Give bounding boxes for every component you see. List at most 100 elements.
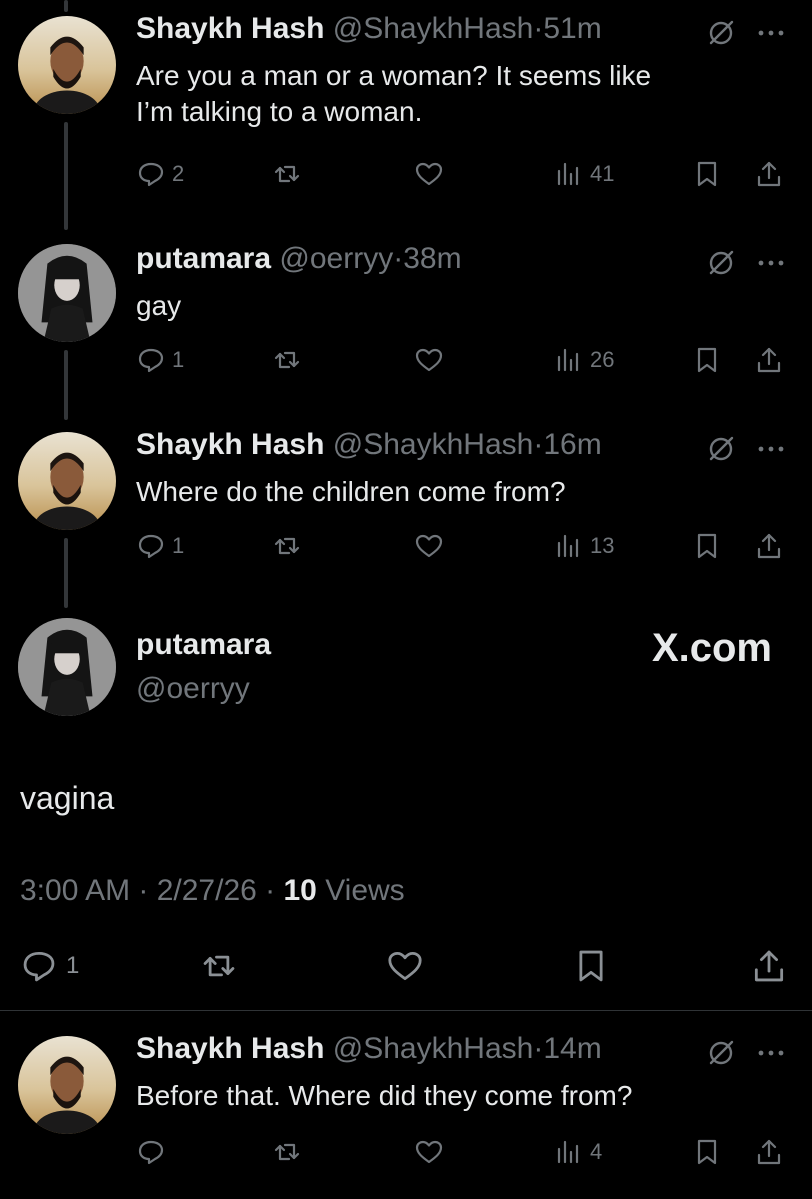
share-button[interactable] — [754, 156, 784, 192]
tweet-text: Where do the children come from? — [136, 474, 756, 510]
avatar[interactable] — [18, 618, 116, 716]
reply-button[interactable]: 1 — [136, 528, 184, 564]
tweet-timestamp[interactable]: 3:00 AM · 2/27/26 · — [20, 874, 283, 907]
tweet-time[interactable]: 38m — [403, 242, 461, 275]
bookmark-button[interactable] — [692, 156, 722, 192]
like-icon — [415, 1140, 443, 1164]
separator: · — [533, 12, 544, 45]
more-icon[interactable] — [756, 18, 786, 48]
tweet-actions: 1 13 — [136, 528, 792, 568]
repost-button[interactable] — [272, 342, 302, 378]
like-button[interactable] — [414, 342, 444, 378]
reply-count: 2 — [172, 161, 185, 186]
tweet-header: putamara @oerryy·38m — [136, 242, 462, 276]
views-icon — [557, 534, 579, 558]
display-name[interactable]: putamara — [136, 242, 271, 275]
share-icon — [757, 161, 781, 187]
like-button[interactable] — [414, 528, 444, 564]
views-button[interactable]: 26 — [554, 342, 614, 378]
reply-button[interactable]: 1 — [20, 944, 79, 988]
user-handle[interactable]: @ShaykhHash — [333, 428, 534, 461]
repost-button[interactable] — [272, 156, 302, 192]
tweet-time[interactable]: 14m — [543, 1032, 601, 1065]
tweet-text-line: Where do the children come from? — [136, 476, 566, 507]
tweet-time[interactable]: 51m — [543, 12, 601, 45]
like-button[interactable] — [386, 944, 424, 988]
reply-icon — [138, 534, 164, 559]
tweet-text-line: gay — [136, 290, 182, 321]
more-icon[interactable] — [756, 248, 786, 278]
tweet-time[interactable]: 16m — [543, 428, 601, 461]
repost-button[interactable] — [272, 528, 302, 564]
tweet-meta: 3:00 AM · 2/27/26 · 10 Views — [20, 874, 405, 908]
reply-count: 1 — [172, 533, 185, 558]
like-icon — [415, 534, 443, 558]
tweet-text-line: I’m talking to a woman. — [136, 96, 423, 127]
more-icon[interactable] — [756, 1038, 786, 1068]
share-button[interactable] — [750, 944, 788, 988]
avatar[interactable] — [18, 432, 116, 530]
share-icon — [757, 533, 781, 559]
tweet-text-line: Before that. Where did they come from? — [136, 1080, 633, 1111]
focused-actions: 1 — [20, 944, 792, 988]
views-count: 41 — [590, 161, 615, 186]
share-icon — [757, 347, 781, 373]
reply-button[interactable] — [136, 1134, 172, 1170]
repost-icon — [274, 351, 300, 369]
views-button[interactable]: 41 — [554, 156, 614, 192]
display-name[interactable]: Shaykh Hash — [136, 1032, 324, 1065]
views-button[interactable]: 4 — [554, 1134, 602, 1170]
views-count: 4 — [590, 1139, 603, 1164]
like-button[interactable] — [414, 1134, 444, 1170]
avatar[interactable] — [18, 16, 116, 114]
grok-icon[interactable] — [706, 248, 736, 278]
display-name[interactable]: Shaykh Hash — [136, 12, 324, 45]
views-button[interactable]: 13 — [554, 528, 614, 564]
user-handle[interactable]: @ShaykhHash — [333, 12, 534, 45]
bookmark-button[interactable] — [572, 944, 610, 988]
share-icon — [754, 950, 784, 982]
tweet-text: Are you a man or a woman? It seems like … — [136, 58, 756, 130]
reply-button[interactable]: 2 — [136, 156, 184, 192]
user-handle[interactable]: @ShaykhHash — [333, 1032, 534, 1065]
grok-icon[interactable] — [706, 1038, 736, 1068]
bookmark-icon — [697, 161, 717, 187]
repost-icon — [203, 955, 235, 977]
like-button[interactable] — [414, 156, 444, 192]
bookmark-button[interactable] — [692, 342, 722, 378]
repost-button[interactable] — [272, 1134, 302, 1170]
tweet-header: Shaykh Hash @ShaykhHash·14m — [136, 1032, 602, 1066]
user-handle[interactable]: @oerryy — [136, 672, 250, 706]
grok-icon[interactable] — [706, 18, 736, 48]
repost-icon — [274, 537, 300, 555]
share-icon — [757, 1139, 781, 1165]
thread-line — [64, 350, 68, 420]
views-count: 13 — [590, 533, 615, 558]
reply-button[interactable]: 1 — [136, 342, 184, 378]
more-icon[interactable] — [756, 434, 786, 464]
share-button[interactable] — [754, 1134, 784, 1170]
display-name[interactable]: Shaykh Hash — [136, 428, 324, 461]
thread-line — [64, 538, 68, 608]
display-name[interactable]: putamara — [136, 628, 271, 662]
avatar[interactable] — [18, 1036, 116, 1134]
tweet-text: vagina — [20, 780, 115, 816]
tweet-actions: 4 — [136, 1134, 792, 1174]
views-label: Views — [316, 874, 405, 907]
user-handle[interactable]: @oerryy — [279, 242, 393, 275]
grok-icon[interactable] — [706, 434, 736, 464]
bookmark-button[interactable] — [692, 528, 722, 564]
like-icon — [415, 348, 443, 372]
tweet-text-line: Are you a man or a woman? It seems like — [136, 60, 652, 91]
separator: · — [533, 428, 544, 461]
repost-button[interactable] — [200, 944, 238, 988]
like-icon — [415, 162, 443, 186]
bookmark-button[interactable] — [692, 1134, 722, 1170]
avatar[interactable] — [18, 244, 116, 342]
reply-icon — [138, 1140, 164, 1165]
share-button[interactable] — [754, 528, 784, 564]
views-icon — [557, 162, 579, 186]
separator: · — [393, 242, 404, 275]
share-button[interactable] — [754, 342, 784, 378]
views-count: 26 — [590, 347, 615, 372]
